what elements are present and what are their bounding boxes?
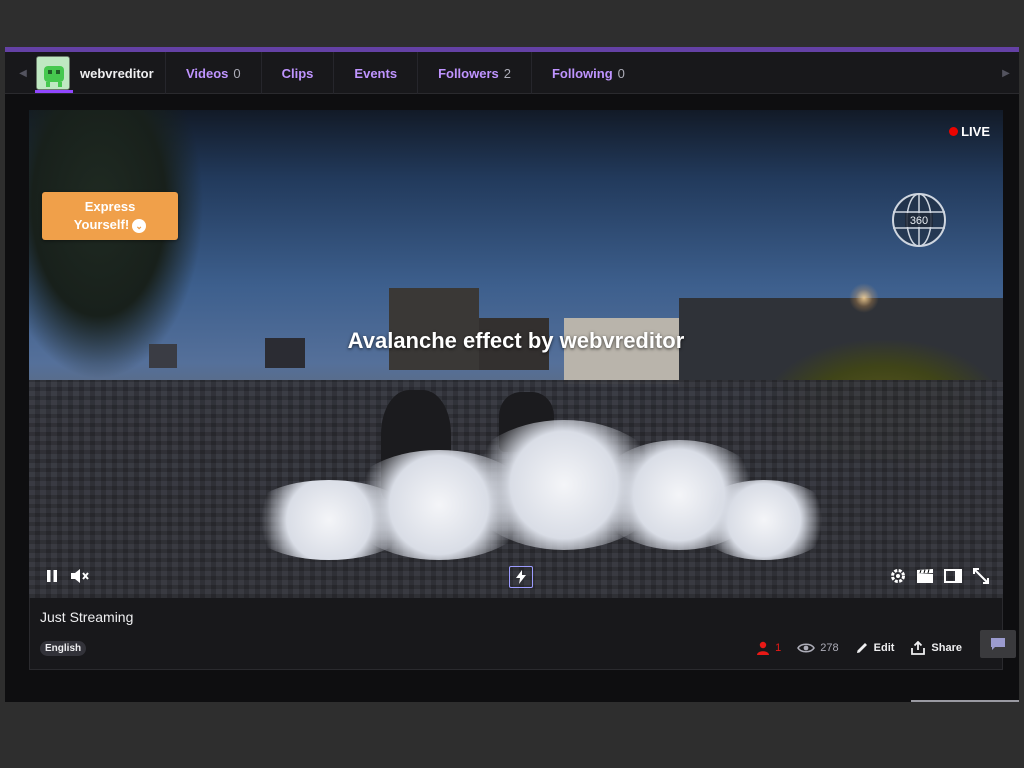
globe-360-label: 360 (910, 215, 928, 227)
tab-events[interactable]: Events (333, 52, 417, 94)
chevron-down-icon: ⌄ (132, 218, 147, 233)
viewer-count-value: 1 (775, 642, 782, 654)
tab-videos-count: 0 (233, 65, 241, 81)
tab-following-label: Following (551, 65, 613, 81)
video-overlay-title: Avalanche effect by webvreditor (347, 328, 685, 353)
tab-followers-label: Followers (438, 65, 499, 81)
view-count: 278 (797, 642, 839, 654)
express-yourself-button[interactable]: Express Yourself! ⌄ (42, 192, 178, 240)
avatar-image (37, 57, 69, 89)
stream-actions: 1 278 Edit Share (740, 638, 990, 658)
tab-following-count: 0 (617, 65, 625, 81)
tab-followers[interactable]: Followers 2 (417, 52, 531, 94)
active-indicator (35, 90, 73, 93)
edit-label: Edit (873, 642, 895, 654)
clapperboard-icon[interactable] (915, 566, 935, 586)
tab-videos[interactable]: Videos 0 (165, 52, 261, 94)
avalanche-cloud (214, 420, 834, 560)
channel-link[interactable]: webvreditor (36, 52, 154, 94)
share-icon (911, 641, 926, 655)
tab-following[interactable]: Following 0 (530, 52, 645, 94)
live-indicator: LIVE (949, 124, 990, 139)
channel-nav: ◀ webvreditor Videos 0 Clips Events Foll… (5, 52, 1019, 94)
player-controls (29, 558, 1003, 598)
tab-events-label: Events (354, 65, 398, 81)
pencil-icon (856, 643, 867, 653)
channel-name: webvreditor (80, 65, 154, 81)
view-count-value: 278 (820, 642, 839, 654)
stream-info-panel: Just Streaming English 1 278 Edit Share (29, 598, 1003, 670)
express-yourself-line1: Express (84, 199, 136, 214)
lightning-icon[interactable] (509, 566, 533, 588)
tab-clips-label: Clips (281, 65, 314, 81)
share-button[interactable]: Share (910, 641, 962, 655)
live-dot-icon (949, 127, 959, 136)
stream-title: Just Streaming (40, 609, 134, 625)
viewer-count: 1 (756, 641, 781, 655)
share-label: Share (931, 642, 962, 654)
edit-button[interactable]: Edit (855, 641, 895, 655)
tab-clips[interactable]: Clips (260, 52, 334, 94)
tab-videos-label: Videos (186, 65, 229, 81)
scrollbar-track[interactable] (911, 700, 1019, 702)
tab-followers-count: 2 (503, 65, 511, 81)
avatar (36, 56, 70, 90)
triangle-right-icon[interactable]: ▶ (997, 52, 1015, 94)
triangle-left-icon[interactable]: ◀ (14, 52, 32, 94)
chat-bubble-icon[interactable] (980, 630, 1016, 658)
theatre-mode-icon[interactable] (943, 566, 963, 586)
globe-360-icon[interactable]: 360 (891, 192, 947, 248)
pause-icon[interactable] (43, 566, 61, 586)
app-window: ◀ webvreditor Videos 0 Clips Events Foll… (5, 47, 1019, 702)
live-label: LIVE (961, 124, 990, 139)
person-icon (757, 641, 770, 655)
express-yourself-line2: Yourself! (73, 217, 130, 232)
eye-icon (797, 643, 816, 653)
video-player[interactable]: Express Yourself! ⌄ LIVE 360 Avalanche ef… (29, 110, 1003, 598)
page-footer-area (5, 674, 1019, 702)
fullscreen-icon[interactable] (971, 566, 991, 586)
gear-icon[interactable] (889, 566, 907, 586)
channel-tabs: Videos 0 Clips Events Followers 2 Follow… (165, 52, 645, 94)
language-tag[interactable]: English (40, 641, 87, 656)
muted-speaker-icon[interactable] (69, 566, 91, 586)
